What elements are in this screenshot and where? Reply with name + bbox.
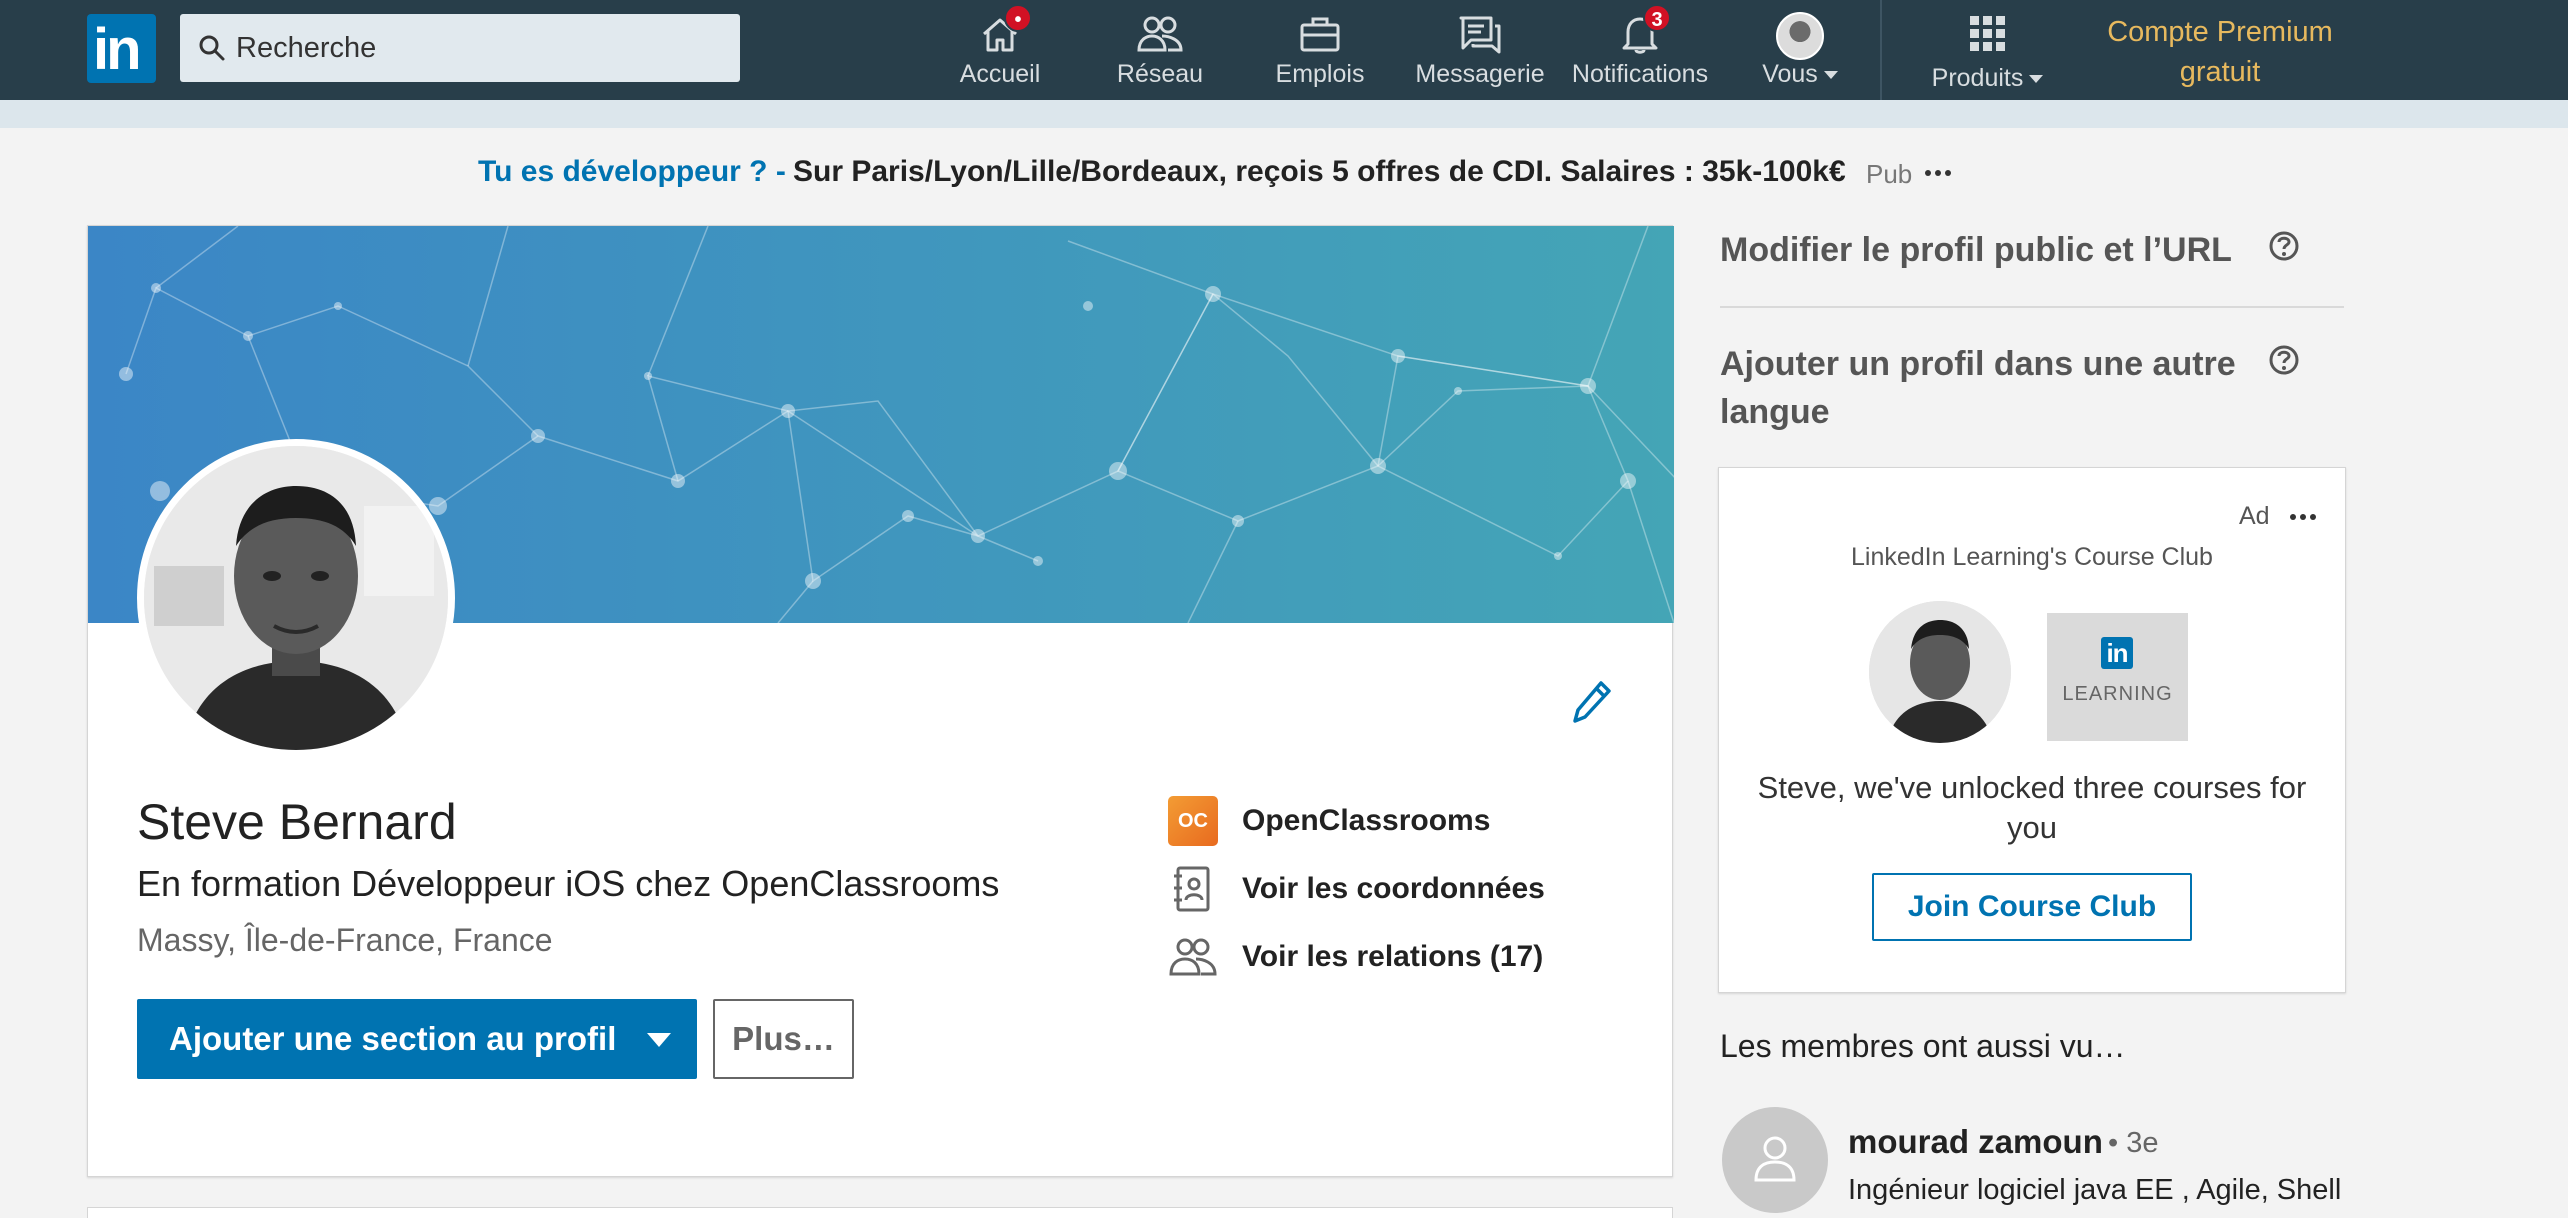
- member-title: Ingénieur logiciel java EE , Agile, Shel…: [1848, 1174, 2342, 1206]
- nav-sub-bar: [0, 100, 2568, 128]
- premium-line-2: gratuit: [2179, 56, 2261, 88]
- company-name: OpenClassrooms: [1242, 804, 1491, 837]
- profile-headline: En formation Développeur iOS chez OpenCl…: [137, 863, 1000, 904]
- avatar: [1776, 12, 1824, 60]
- nav-item-messaging[interactable]: Messagerie: [1405, 8, 1555, 96]
- chevron-down-icon: [1823, 71, 1838, 80]
- join-course-club-button[interactable]: Join Course Club: [1872, 873, 2192, 941]
- profile-card: Steve Bernard En formation Développeur i…: [87, 225, 1674, 1177]
- member-degree: • 3e: [2108, 1127, 2159, 1159]
- ad-card: Ad LinkedIn Learning's Course Club in LE…: [1718, 467, 2346, 993]
- edit-pencil-icon[interactable]: [1571, 679, 1613, 725]
- profile-photo-image: [144, 446, 448, 750]
- list-item[interactable]: mourad zamoun • 3e Ingénieur logiciel ja…: [1722, 1107, 2362, 1217]
- profile-photo[interactable]: [137, 439, 455, 757]
- premium-trial-link[interactable]: Compte Premium gratuit: [2090, 12, 2350, 92]
- nav-item-home[interactable]: • Accueil: [940, 4, 1060, 96]
- address-book-icon: [1174, 866, 1210, 912]
- ad-sponsor: LinkedIn Learning's Course Club: [1851, 543, 2213, 571]
- premium-line-1: Compte Premium: [2107, 16, 2333, 48]
- connections-icon: [1169, 938, 1217, 976]
- avatar: [1722, 1107, 1828, 1213]
- network-icon: [1137, 16, 1183, 52]
- connections-link[interactable]: Voir les relations (17): [1168, 932, 1648, 984]
- nav-label-notifications: Notifications: [1571, 60, 1709, 88]
- more-options-icon[interactable]: [1924, 169, 1952, 177]
- search-bar[interactable]: [180, 14, 740, 82]
- nav-label-messaging: Messagerie: [1415, 60, 1545, 88]
- nav-label-network: Réseau: [1116, 60, 1204, 88]
- home-notification-badge: •: [1004, 4, 1032, 32]
- contact-info-label: Voir les coordonnées: [1242, 872, 1545, 905]
- messaging-icon: [1459, 16, 1501, 54]
- notifications-count-badge: 3: [1643, 4, 1671, 32]
- also-viewed-heading: Les membres ont aussi vu…: [1720, 1028, 2126, 1064]
- add-profile-language-link[interactable]: Ajouter un profil dans une autre langue: [1720, 340, 2260, 436]
- more-options-icon[interactable]: [2289, 513, 2317, 521]
- nav-divider: [1880, 0, 1882, 100]
- nav-label-home: Accueil: [959, 60, 1041, 88]
- learning-wordmark: LEARNING: [2062, 683, 2173, 705]
- ad-member-avatar: [1869, 601, 2011, 743]
- profile-name: Steve Bernard: [137, 794, 457, 850]
- promo-ad-tag: Pub: [1866, 159, 1913, 189]
- promo-lead-link[interactable]: Tu es développeur ? -: [478, 155, 786, 189]
- profile-location: Massy, Île-de-France, France: [137, 922, 553, 958]
- nav-item-notifications[interactable]: 3 Notifications: [1565, 4, 1715, 96]
- openclassrooms-logo-icon: OC: [1168, 796, 1218, 846]
- more-actions-button[interactable]: Plus…: [713, 999, 854, 1079]
- promo-text-link[interactable]: Sur Paris/Lyon/Lille/Bordeaux, reçois 5 …: [793, 155, 1846, 189]
- next-profile-section: [87, 1207, 1673, 1218]
- ad-message: Steve, we've unlocked three courses for …: [1757, 770, 2307, 845]
- briefcase-icon: [1300, 17, 1340, 52]
- add-profile-section-button[interactable]: Ajouter une section au profil: [137, 999, 697, 1079]
- linkedin-learning-logo: in LEARNING: [2047, 613, 2188, 741]
- linkedin-logo[interactable]: in: [87, 14, 156, 83]
- help-icon[interactable]: [2268, 344, 2300, 376]
- top-navigation-bar: in • Accueil Réseau Emplois: [0, 0, 2568, 100]
- nav-item-jobs[interactable]: Emplois: [1260, 8, 1380, 96]
- promo-banner: Tu es développeur ? - Sur Paris/Lyon/Lil…: [0, 155, 2568, 195]
- company-link[interactable]: OC OpenClassrooms: [1168, 796, 1648, 848]
- ad-tag: Ad: [2239, 502, 2270, 530]
- chevron-down-icon: [647, 1033, 671, 1047]
- nav-label-jobs: Emplois: [1275, 60, 1365, 88]
- help-icon[interactable]: [2268, 230, 2300, 262]
- nav-label-products: Produits: [1920, 64, 2055, 93]
- contact-info-link[interactable]: Voir les coordonnées: [1168, 864, 1648, 916]
- connections-label: Voir les relations (17): [1242, 940, 1544, 973]
- grid-icon: [1969, 16, 2005, 51]
- chevron-down-icon: [2029, 75, 2044, 84]
- nav-item-network[interactable]: Réseau: [1100, 8, 1220, 96]
- edit-public-profile-link[interactable]: Modifier le profil public et l’URL: [1720, 226, 2280, 274]
- nav-label-me: Vous: [1740, 60, 1860, 89]
- nav-item-products[interactable]: Produits: [1920, 8, 2055, 96]
- rail-divider: [1720, 306, 2344, 308]
- member-name: mourad zamoun: [1848, 1123, 2103, 1160]
- nav-item-me[interactable]: Vous: [1740, 8, 1860, 96]
- search-icon: [199, 35, 225, 61]
- search-input[interactable]: [236, 14, 716, 82]
- linkedin-logo-icon: in: [2101, 637, 2133, 669]
- add-profile-section-label: Ajouter une section au profil: [169, 1020, 617, 1057]
- person-placeholder-icon: [1754, 1136, 1796, 1182]
